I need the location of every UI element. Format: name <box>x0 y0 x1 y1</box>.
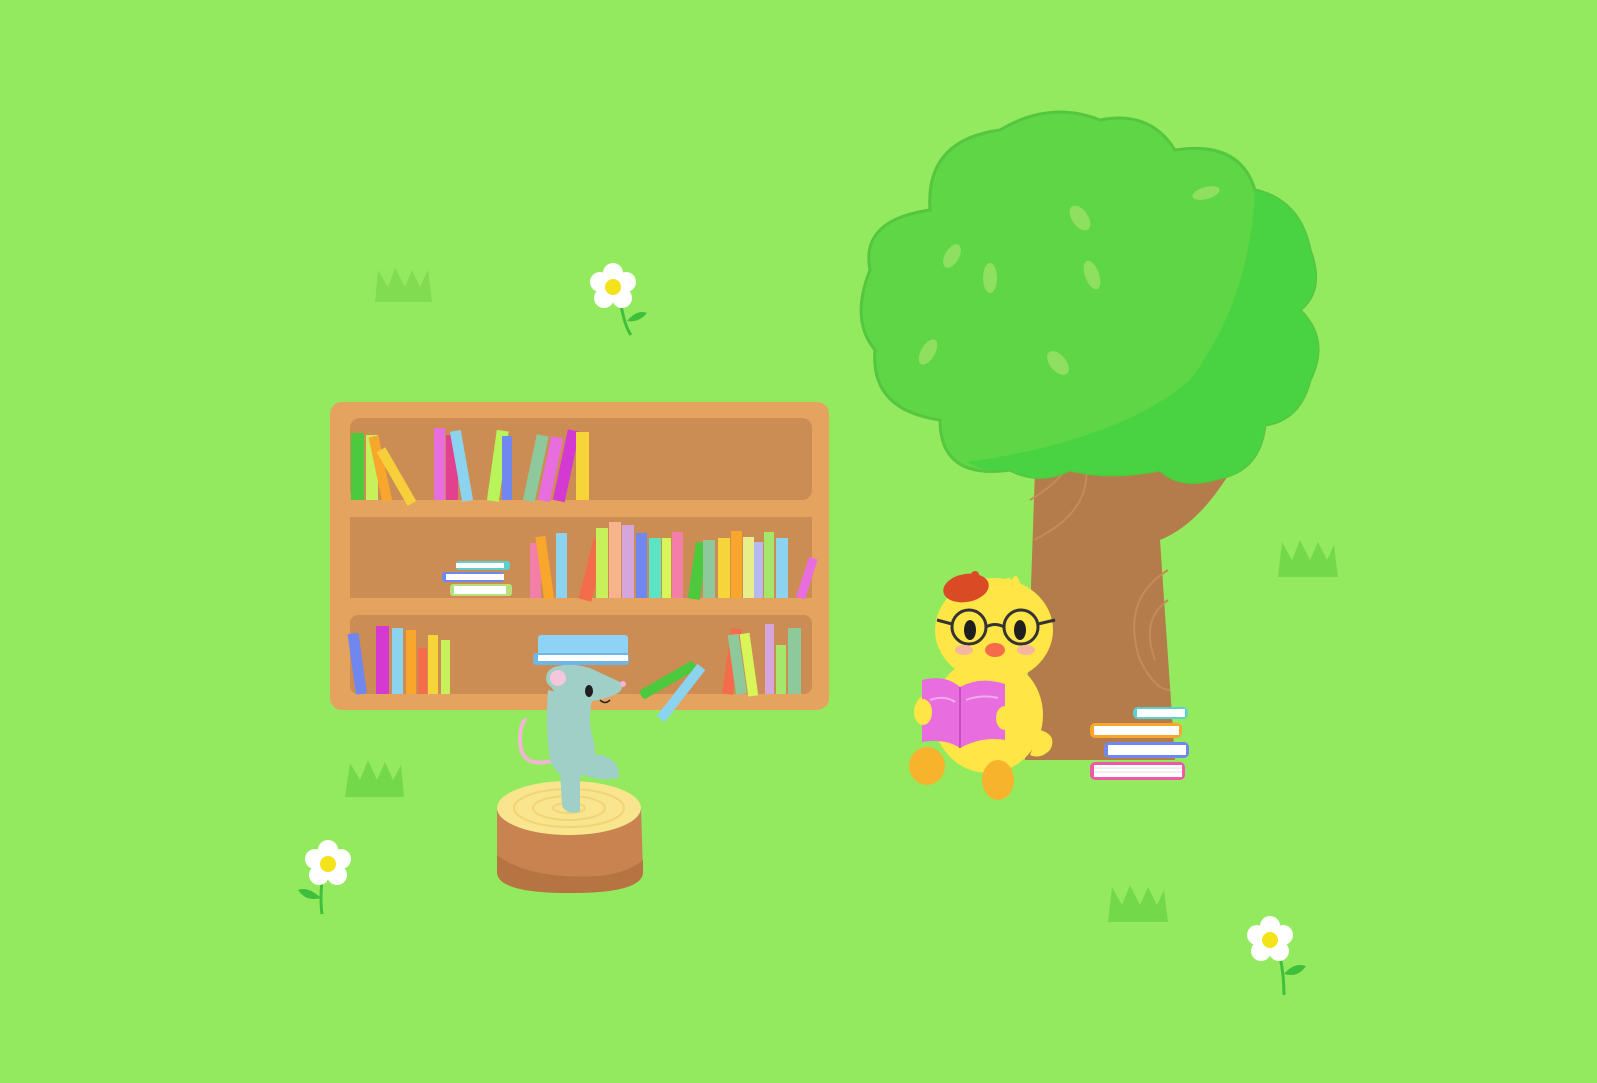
scene <box>0 0 1597 1083</box>
flower <box>590 263 647 336</box>
scene-art <box>298 110 1338 996</box>
chick <box>909 571 1056 800</box>
flower <box>298 840 351 915</box>
flower <box>1247 916 1306 996</box>
tree <box>859 110 1320 760</box>
grass-tuft <box>375 268 432 302</box>
grass-tuft <box>1108 885 1168 922</box>
grass-tuft <box>1278 540 1338 577</box>
book-on-mouse-head <box>533 635 629 665</box>
open-book <box>922 678 1005 748</box>
grass-tuft <box>345 760 404 797</box>
